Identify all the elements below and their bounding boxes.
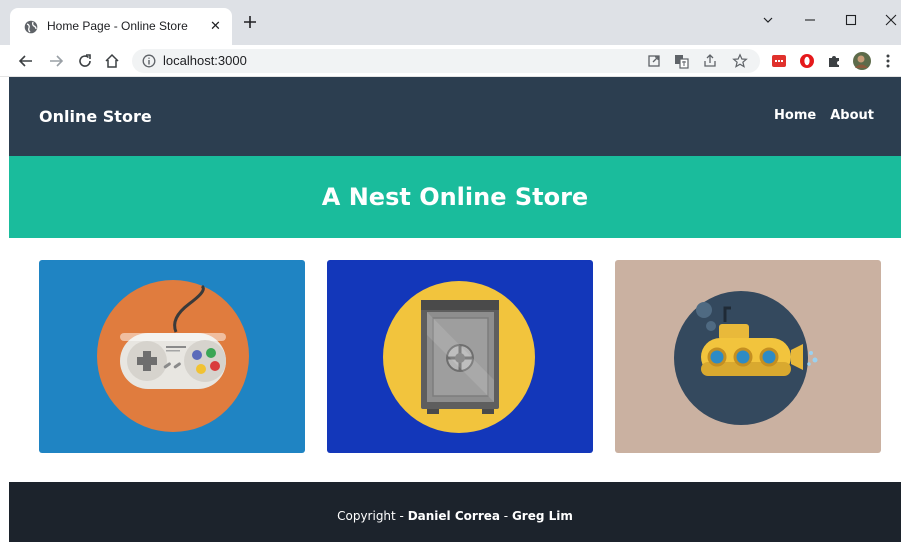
site-footer: Copyright - Daniel Correa - Greg Lim xyxy=(9,482,901,542)
share-icon[interactable] xyxy=(702,53,718,69)
opera-extension-icon[interactable] xyxy=(799,53,815,69)
globe-icon xyxy=(24,20,38,34)
info-icon[interactable] xyxy=(142,54,156,68)
site-navbar: Online Store Home About xyxy=(9,77,901,156)
browser-tab[interactable]: Home Page - Online Store ✕ xyxy=(10,8,232,45)
tab-close-icon[interactable]: ✕ xyxy=(210,19,221,33)
close-icon[interactable] xyxy=(883,12,899,28)
reload-icon[interactable] xyxy=(77,53,93,69)
brand-link[interactable]: Online Store xyxy=(39,107,152,126)
puzzle-icon[interactable] xyxy=(826,53,842,69)
author-separator: - xyxy=(499,509,512,523)
submarine-icon xyxy=(674,291,818,425)
kebab-menu-icon[interactable] xyxy=(883,53,893,69)
plus-icon[interactable] xyxy=(242,14,258,30)
author-link-daniel-correa[interactable]: Daniel Correa xyxy=(408,509,500,523)
product-card-submarine[interactable] xyxy=(615,260,881,453)
safe-icon xyxy=(383,281,535,433)
translate-icon[interactable] xyxy=(673,53,689,69)
address-bar[interactable]: localhost:3000 xyxy=(132,49,760,73)
url-text[interactable]: localhost:3000 xyxy=(163,53,247,68)
red-extension-icon[interactable] xyxy=(771,53,787,69)
minimize-icon[interactable] xyxy=(802,12,818,28)
copyright-text: Copyright - Daniel Correa - Greg Lim xyxy=(9,482,901,542)
copyright-prefix: Copyright - xyxy=(337,509,408,523)
back-arrow-icon[interactable] xyxy=(18,53,34,69)
page-header: A Nest Online Store xyxy=(9,156,901,238)
chevron-down-icon[interactable] xyxy=(760,12,776,28)
author-link-greg-lim[interactable]: Greg Lim xyxy=(512,509,573,523)
nav-link-home[interactable]: Home xyxy=(774,108,816,123)
nav-links: Home About xyxy=(774,108,874,123)
open-in-new-icon[interactable] xyxy=(646,53,662,69)
product-card-safe[interactable] xyxy=(327,260,593,453)
maximize-icon[interactable] xyxy=(843,12,859,28)
profile-avatar[interactable] xyxy=(853,52,871,70)
tab-title: Home Page - Online Store xyxy=(47,19,188,33)
browser-toolbar: localhost:3000 xyxy=(0,45,901,77)
nav-link-about[interactable]: About xyxy=(830,108,874,123)
forward-arrow-icon[interactable] xyxy=(48,53,64,69)
browser-tab-strip: Home Page - Online Store ✕ xyxy=(0,0,901,45)
star-icon[interactable] xyxy=(732,53,748,69)
home-icon[interactable] xyxy=(104,53,120,69)
page-title: A Nest Online Store xyxy=(321,183,589,211)
product-card-game-controller[interactable] xyxy=(39,260,305,453)
game-controller-icon xyxy=(97,280,249,432)
